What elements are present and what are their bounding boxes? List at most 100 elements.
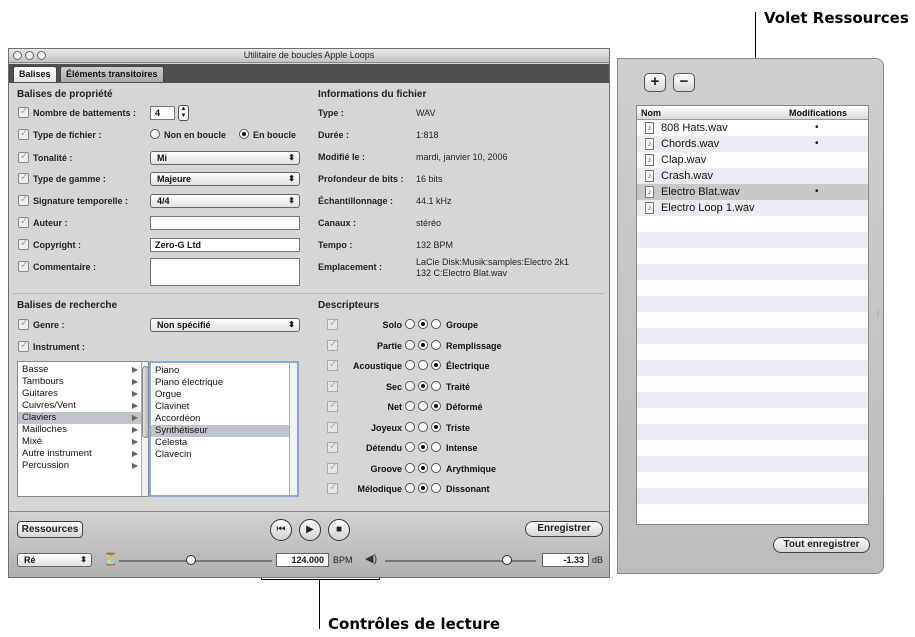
descriptor-checkbox[interactable] [327,441,338,453]
descriptor-middle-radio[interactable] [418,339,428,350]
comment-checkbox[interactable] [18,260,29,272]
comment-field[interactable] [150,258,300,286]
file-type-one-shot-radio[interactable] [150,129,160,139]
genre-checkbox[interactable] [18,318,29,330]
category-item[interactable]: Claviers ▶ [18,412,142,424]
instrument-item[interactable]: Célesta [151,437,289,449]
descriptor-middle-radio[interactable] [418,360,428,370]
category-scrollbar[interactable] [141,362,148,496]
descriptor-checkbox[interactable] [327,482,338,494]
file-type-checkbox[interactable] [18,128,29,140]
descriptor-checkbox[interactable] [327,339,338,351]
copyright-field[interactable]: Zero-G Ltd [150,238,300,252]
scale-checkbox[interactable] [18,172,29,184]
descriptor-middle-radio[interactable] [418,421,428,432]
descriptor-right-radio[interactable] [431,442,441,452]
resource-file-row[interactable]: ♪ Electro Blat.wav • [637,184,868,200]
beats-field[interactable]: 4 [150,106,175,120]
descriptor-left-radio[interactable] [405,339,415,350]
category-item[interactable]: Cuivres/Vent ▶ [18,400,142,412]
descriptor-middle-radio[interactable] [418,462,428,473]
instrument-item[interactable]: Piano électrique [151,377,289,389]
descriptor-right-radio[interactable] [431,319,441,329]
category-item[interactable]: Basse ▶ [18,364,142,376]
instrument-scrollbar[interactable] [289,363,297,495]
category-item[interactable]: Percussion ▶ [18,460,142,472]
column-header-modifications[interactable]: Modifications [789,108,847,118]
descriptor-right-radio[interactable] [431,380,441,391]
resource-file-row[interactable]: ♪ Electro Loop 1.wav [637,200,868,216]
volume-slider-knob[interactable] [501,555,512,565]
descriptor-checkbox[interactable] [327,421,338,433]
tab-transients[interactable]: Éléments transitoires [60,66,164,82]
copyright-checkbox[interactable] [18,238,29,250]
descriptor-right-radio[interactable] [431,360,441,370]
descriptor-checkbox[interactable] [327,359,338,371]
descriptor-left-radio[interactable] [405,319,415,329]
descriptor-right-radio[interactable] [431,401,441,411]
tab-tags[interactable]: Balises [13,66,57,82]
instrument-checkbox[interactable] [18,340,29,352]
play-button[interactable]: ▶ [299,519,321,541]
descriptor-left-radio[interactable] [405,442,415,452]
tempo-slider-knob[interactable] [185,555,196,565]
descriptor-left-radio[interactable] [405,360,415,370]
descriptor-middle-radio[interactable] [418,319,428,329]
instrument-item[interactable]: Accordéon [151,413,289,425]
resource-file-row[interactable]: ♪ Clap.wav [637,152,868,168]
instrument-item[interactable]: Clavinet [151,401,289,413]
beats-checkbox[interactable] [18,106,29,118]
category-item[interactable]: Mixé ▶ [18,436,142,448]
column-header-name[interactable]: Nom [641,108,661,118]
save-button[interactable]: Enregistrer [525,521,603,537]
descriptor-middle-radio[interactable] [418,442,428,452]
instrument-item[interactable]: Clavecin [151,449,289,461]
descriptor-checkbox[interactable] [327,400,338,412]
author-field[interactable] [150,216,300,230]
volume-field[interactable]: -1.33 [542,553,589,567]
category-item[interactable]: Mailloches ▶ [18,424,142,436]
descriptor-left-radio[interactable] [405,421,415,432]
resource-file-row[interactable]: ♪ Chords.wav • [637,136,868,152]
tempo-field[interactable]: 124.000 [276,553,329,567]
genre-popup[interactable]: Non spécifié ⬍ [150,318,300,332]
category-item[interactable]: Autre instrument ▶ [18,448,142,460]
category-item[interactable]: Tambours ▶ [18,376,142,388]
time-signature-checkbox[interactable] [18,194,29,206]
scale-popup[interactable]: Majeure ⬍ [150,172,300,186]
descriptor-checkbox[interactable] [327,318,338,330]
volume-slider-track[interactable] [385,560,536,562]
stop-button[interactable]: ■ [328,519,350,541]
descriptor-left-radio[interactable] [405,462,415,473]
descriptor-left-radio[interactable] [405,380,415,391]
descriptor-right-radio[interactable] [431,339,441,350]
beats-stepper[interactable]: ▲ ▼ [178,105,189,121]
instrument-item[interactable]: Piano [151,365,289,377]
descriptor-right-radio[interactable] [431,421,441,432]
resource-file-row[interactable]: ♪ 808 Hats.wav • [637,120,868,136]
descriptor-right-radio[interactable] [431,483,441,493]
resource-file-row[interactable]: ♪ Crash.wav [637,168,868,184]
save-all-button[interactable]: Tout enregistrer [773,537,870,553]
add-file-button[interactable]: + [644,73,666,92]
go-to-start-button[interactable]: ⏮ [270,519,292,541]
descriptor-checkbox[interactable] [327,380,338,392]
descriptor-right-radio[interactable] [431,462,441,473]
time-signature-popup[interactable]: 4/4 ⬍ [150,194,300,208]
author-checkbox[interactable] [18,216,29,228]
category-item[interactable]: Guitares ▶ [18,388,142,400]
key-checkbox[interactable] [18,151,29,163]
descriptor-left-radio[interactable] [405,483,415,493]
file-type-loop-radio[interactable] [239,129,249,139]
instrument-item[interactable]: Orgue [151,389,289,401]
descriptor-middle-radio[interactable] [418,380,428,391]
resources-button[interactable]: Ressources [17,521,83,538]
descriptor-left-radio[interactable] [405,401,415,411]
descriptor-checkbox[interactable] [327,462,338,474]
category-scroll-thumb[interactable] [142,366,148,438]
remove-file-button[interactable]: − [673,73,695,92]
key-popup[interactable]: Mi ⬍ [150,151,300,165]
playback-key-popup[interactable]: Ré ⬍ [17,553,92,567]
instrument-item[interactable]: Synthétiseur [151,425,289,437]
descriptor-middle-radio[interactable] [418,401,428,411]
